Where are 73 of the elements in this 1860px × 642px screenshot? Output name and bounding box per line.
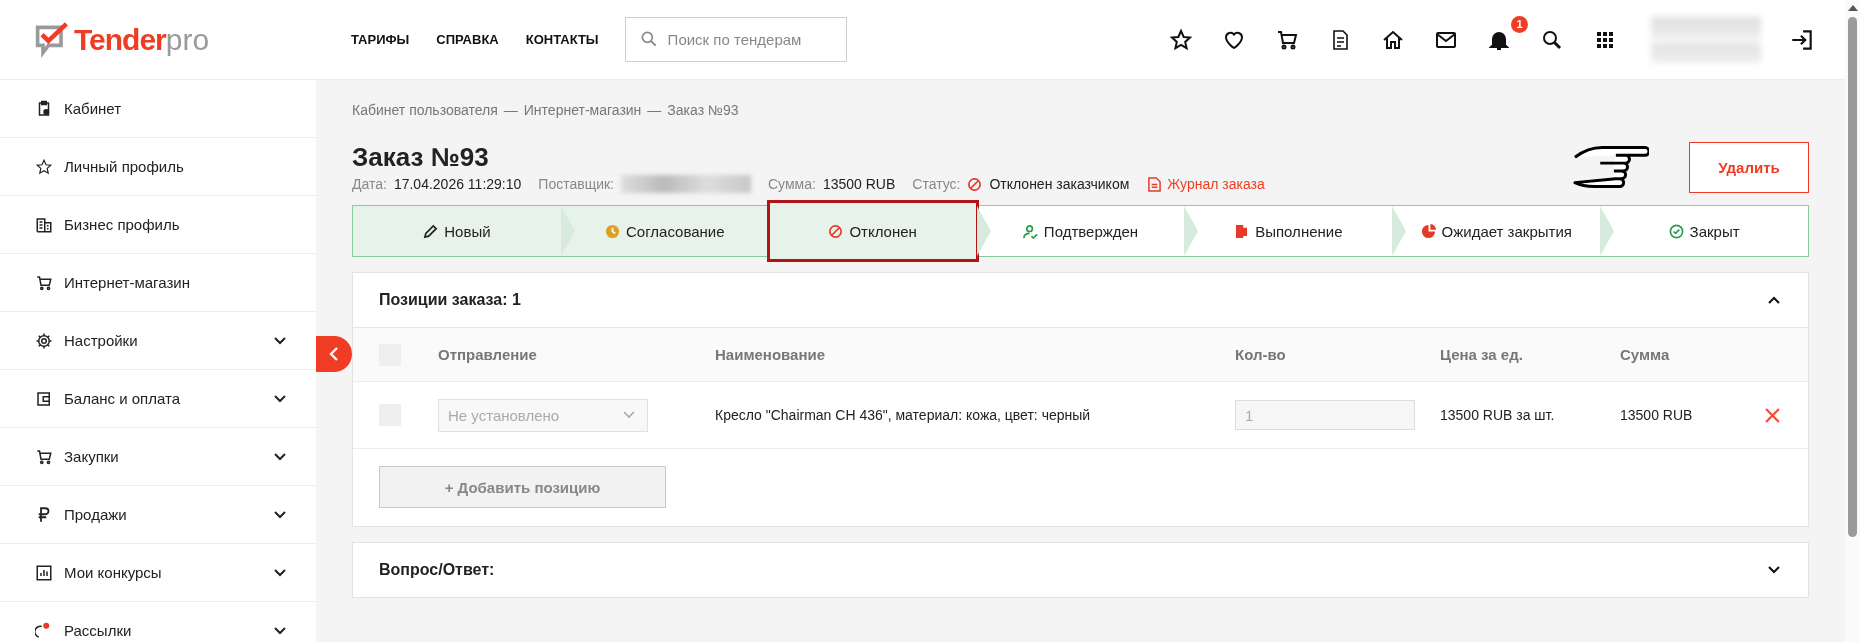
nav-link[interactable]: ТАРИФЫ bbox=[351, 32, 410, 47]
step-label: Отклонен bbox=[849, 222, 917, 240]
sidebar-item[interactable]: Настройки bbox=[0, 312, 316, 370]
chevron-down-icon bbox=[623, 411, 635, 419]
breadcrumb-link[interactable]: Интернет-магазин bbox=[523, 102, 642, 118]
step-label: Ожидает закрытия bbox=[1441, 222, 1572, 240]
step-label: Подтвержден bbox=[1043, 222, 1139, 240]
column-header: Отправление bbox=[438, 346, 538, 363]
scroll-up-arrow-icon[interactable] bbox=[1847, 5, 1858, 11]
breadcrumb-link[interactable]: Кабинет пользователя bbox=[352, 102, 498, 118]
sidebar-item[interactable]: Бизнес профиль bbox=[0, 196, 316, 254]
step-divider-arrow bbox=[1600, 206, 1615, 256]
notification-badge: 1 bbox=[1511, 15, 1528, 33]
search-field[interactable]: Поиск по тендерам bbox=[624, 17, 847, 62]
step-divider-arrow bbox=[560, 206, 575, 256]
nav-link[interactable]: СПРАВКА bbox=[436, 32, 499, 47]
clock-icon bbox=[605, 223, 620, 239]
scrollbar[interactable] bbox=[1845, 0, 1860, 642]
chevron-left-icon bbox=[329, 347, 339, 361]
breadcrumb-link[interactable]: Заказ №93 bbox=[667, 102, 739, 118]
check-circle-icon bbox=[1668, 223, 1684, 239]
gear-icon bbox=[35, 331, 53, 350]
document-icon bbox=[1148, 176, 1162, 192]
cart-icon bbox=[35, 273, 53, 292]
order-journal-link[interactable]: Журнал заказа bbox=[1148, 176, 1265, 192]
step-label: Согласование bbox=[626, 222, 725, 240]
column-header: Цена за ед. bbox=[1440, 346, 1524, 363]
meta-label: Поставщик: bbox=[538, 176, 614, 192]
star-icon bbox=[35, 157, 53, 176]
pencil-icon bbox=[423, 223, 439, 239]
collapse-sidebar-button[interactable] bbox=[316, 336, 352, 372]
meta-label: Сумма: bbox=[768, 176, 816, 192]
column-header: Наименование bbox=[715, 346, 827, 363]
chevron-down-icon[interactable] bbox=[1768, 566, 1780, 574]
sidebar-item[interactable]: Мои конкурсы bbox=[0, 544, 316, 602]
chevron-up-icon[interactable] bbox=[1768, 296, 1780, 304]
order-title: Заказ №93 bbox=[352, 142, 490, 173]
breadcrumb-separator: — bbox=[503, 102, 518, 118]
chart-icon bbox=[35, 563, 53, 582]
step-label: Выполнение bbox=[1255, 222, 1343, 240]
building-icon bbox=[35, 215, 53, 234]
step-label: Новый bbox=[444, 222, 491, 240]
ban-icon bbox=[967, 176, 983, 192]
scrollbar-thumb[interactable] bbox=[1848, 17, 1857, 537]
nav-link[interactable]: КОНТАКТЫ bbox=[525, 32, 599, 47]
meta-value: 17.04.2026 11:29:10 bbox=[393, 176, 522, 192]
meta-value: 13500 RUB bbox=[822, 176, 896, 192]
status-value: Отклонен заказчиком bbox=[989, 176, 1130, 192]
logo[interactable]: Tenderpro bbox=[0, 21, 317, 58]
meta-label: Дата: bbox=[352, 176, 387, 192]
sidebar-item[interactable]: Баланс и оплата bbox=[0, 370, 316, 428]
sidebar-item[interactable]: Продажи bbox=[0, 486, 316, 544]
section-title: Позиции заказа: 1 bbox=[379, 291, 521, 309]
breadcrumb-separator: — bbox=[647, 102, 662, 118]
star-icon[interactable] bbox=[1168, 27, 1193, 52]
table-cell-text: 13500 RUB bbox=[1620, 407, 1694, 423]
step-label: Закрыт bbox=[1689, 222, 1740, 240]
section-title: Вопрос/Ответ: bbox=[379, 561, 495, 579]
column-header: Сумма bbox=[1620, 346, 1671, 363]
table-cell-text: 13500 RUB за шт. bbox=[1440, 407, 1556, 423]
meta-label: Статус: bbox=[912, 176, 961, 192]
sidebar-item[interactable]: Личный профиль bbox=[0, 138, 316, 196]
sidebar-item[interactable]: Кабинет bbox=[0, 80, 316, 138]
cart-icon bbox=[35, 447, 53, 466]
ban-icon bbox=[828, 223, 844, 239]
sidebar-item[interactable]: Интернет-магазин bbox=[0, 254, 316, 312]
delete-button[interactable]: Удалить bbox=[1689, 142, 1809, 193]
sidebar-item[interactable]: Рассылки bbox=[0, 602, 316, 642]
table-cell-text: Кресло "Chairman CH 436", материал: кожа, цвет: черный bbox=[715, 407, 1092, 423]
column-header: Кол-во bbox=[1235, 346, 1287, 363]
sidebar-item[interactable]: Закупки bbox=[0, 428, 316, 486]
wallet-icon bbox=[35, 389, 53, 408]
close-icon[interactable] bbox=[1765, 407, 1780, 423]
